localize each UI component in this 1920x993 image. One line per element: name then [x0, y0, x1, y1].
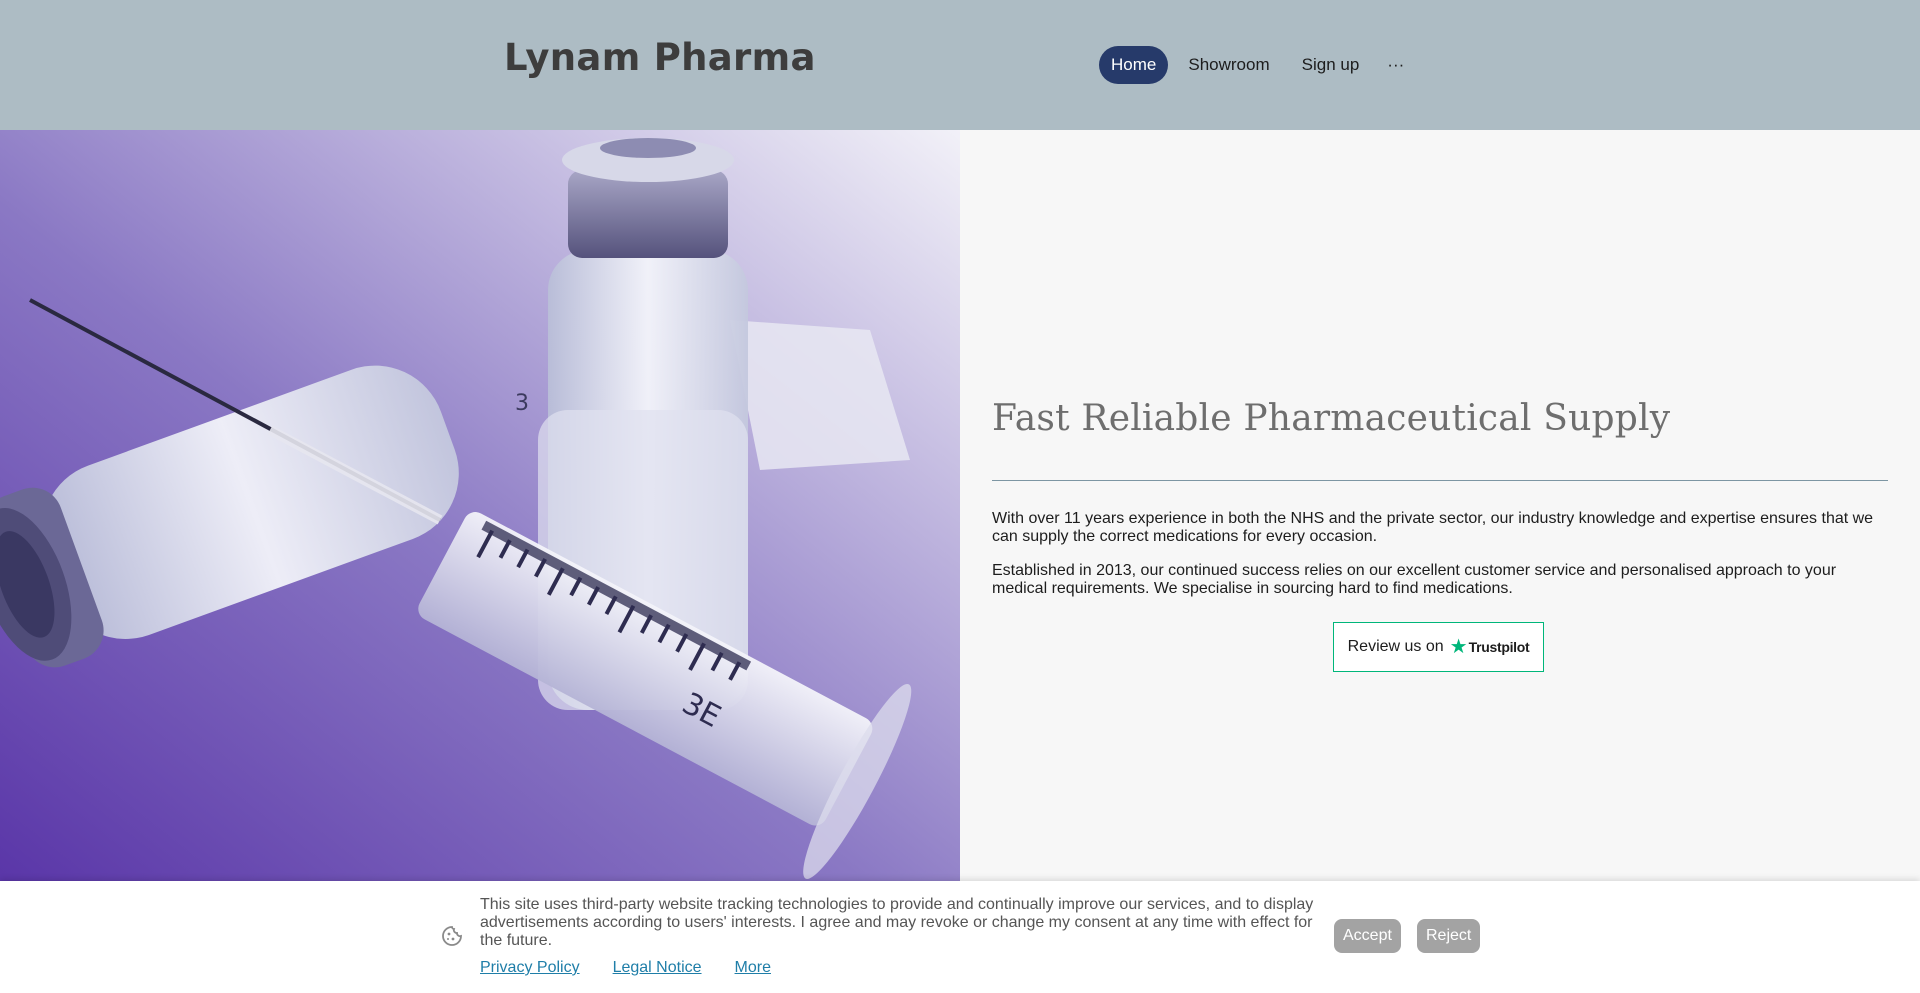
site-header: Lynam Pharma Home Showroom Sign up ···	[0, 0, 1920, 130]
cookie-icon	[442, 926, 462, 946]
main-nav: Home Showroom Sign up ···	[1099, 46, 1412, 84]
trustpilot-review-button[interactable]: Review us on ★ Trustpilot	[1333, 622, 1544, 672]
nav-item-showroom[interactable]: Showroom	[1176, 46, 1281, 84]
more-link[interactable]: More	[735, 959, 771, 977]
nav-item-home[interactable]: Home	[1099, 46, 1169, 84]
intro-paragraph-experience: With over 11 years experience in both th…	[992, 510, 1874, 545]
page-title: Fast Reliable Pharmaceutical Supply	[992, 398, 1671, 439]
reject-button[interactable]: Reject	[1417, 919, 1481, 953]
accept-button[interactable]: Accept	[1334, 919, 1401, 953]
hero-image: 3 3E	[0, 130, 960, 882]
star-icon: ★	[1449, 636, 1468, 658]
intro-paragraph-established: Established in 2013, our continued succe…	[992, 562, 1837, 597]
title-divider	[992, 480, 1888, 481]
site-logo-text[interactable]: Lynam Pharma	[504, 36, 816, 79]
legal-notice-link[interactable]: Legal Notice	[613, 959, 702, 977]
nav-item-sign-up[interactable]: Sign up	[1290, 46, 1372, 84]
cookie-banner: This site uses third-party website track…	[0, 881, 1920, 993]
cookie-links: Privacy Policy Legal Notice More	[480, 959, 804, 977]
review-label: Review us on	[1347, 638, 1444, 655]
vial-marking: 3	[515, 391, 529, 416]
trustpilot-wordmark: Trustpilot	[1468, 639, 1530, 655]
nav-more-menu-icon[interactable]: ···	[1379, 46, 1412, 84]
trustpilot-logo: ★ Trustpilot	[1450, 637, 1530, 657]
cookie-consent-text: This site uses third-party website track…	[480, 896, 1314, 949]
intro-section: Fast Reliable Pharmaceutical Supply With…	[992, 130, 1888, 882]
privacy-policy-link[interactable]: Privacy Policy	[480, 959, 580, 977]
syringe-vial-illustration: 3 3E	[0, 130, 960, 882]
